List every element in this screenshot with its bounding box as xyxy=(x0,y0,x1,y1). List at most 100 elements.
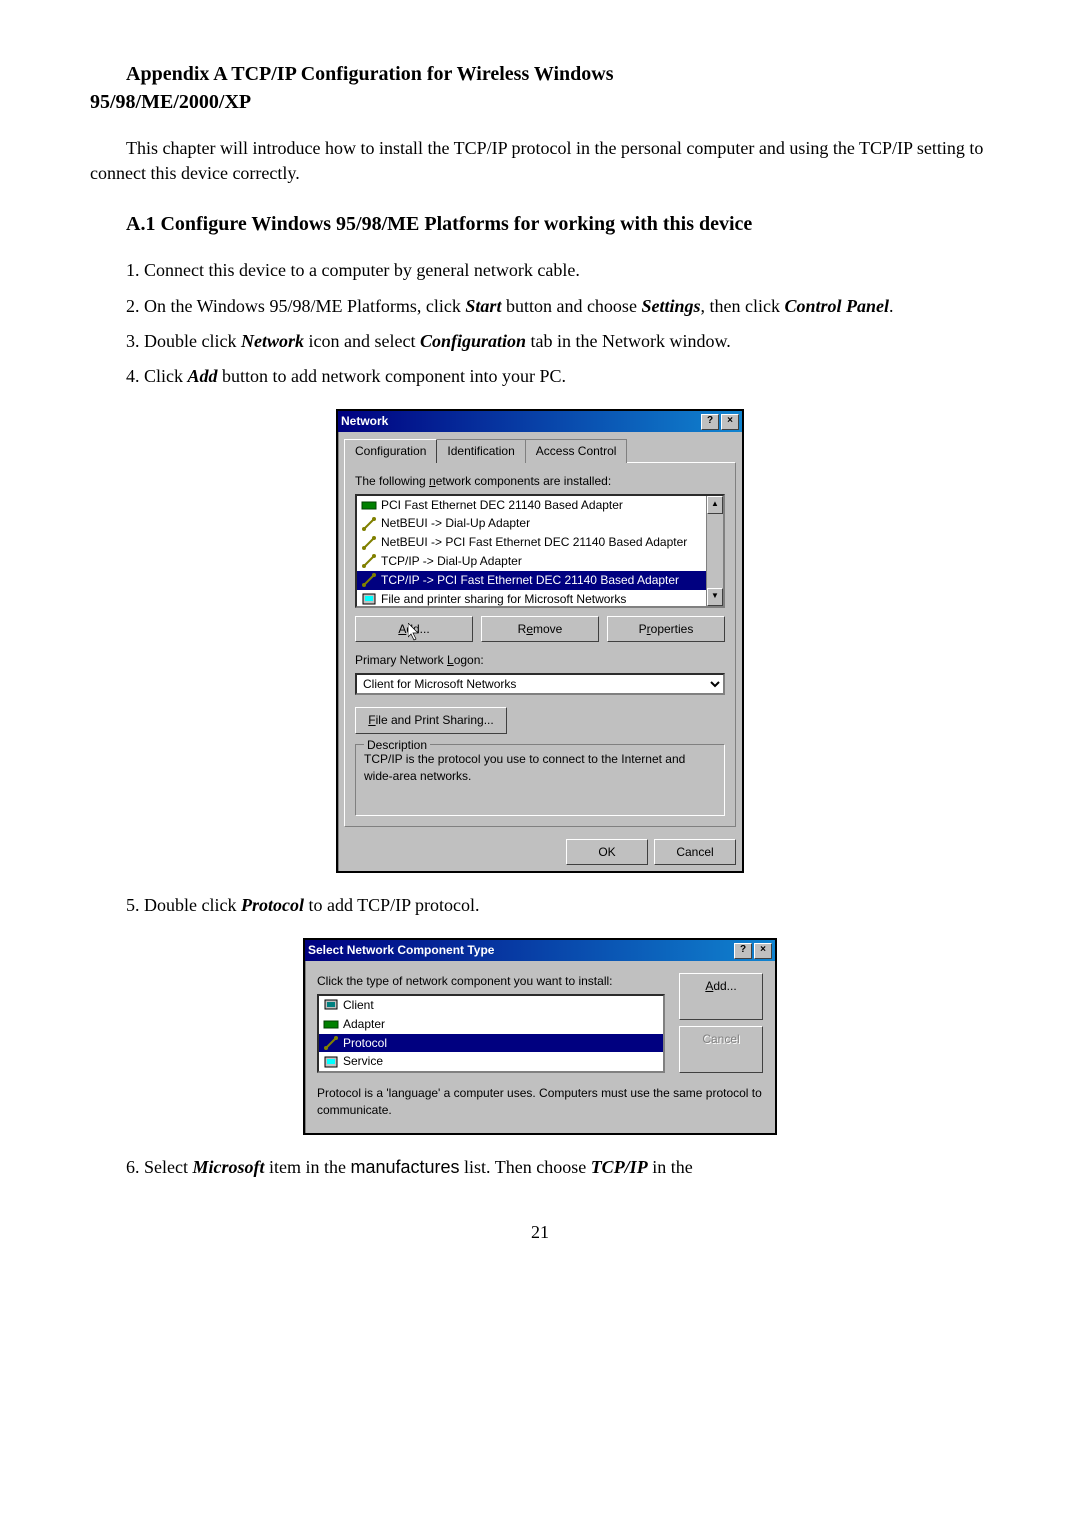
scrollbar[interactable]: ▲ ▼ xyxy=(706,496,723,606)
properties-button[interactable]: Properties xyxy=(607,616,725,643)
step-3-mid2: tab in the Network window. xyxy=(526,331,731,351)
step-4-b1: Add xyxy=(188,366,218,386)
steps-list: Connect this device to a computer by gen… xyxy=(126,258,990,389)
cursor-icon xyxy=(408,623,420,641)
step-6-mid2: list. Then choose xyxy=(460,1157,591,1177)
file-print-sharing-button[interactable]: File and Print Sharing... xyxy=(355,707,507,734)
list-item[interactable]: TCP/IP -> PCI Fast Ethernet DEC 21140 Ba… xyxy=(357,571,723,590)
titlebar-buttons: ? × xyxy=(734,943,772,959)
service-icon xyxy=(323,1054,339,1070)
tab-body: The following network components are ins… xyxy=(344,462,736,827)
step-5: Double click Protocol to add TCP/IP prot… xyxy=(144,893,990,918)
protocol-icon xyxy=(361,572,377,588)
section-heading: A.1 Configure Windows 95/98/ME Platforms… xyxy=(126,210,990,238)
list-item[interactable]: Service xyxy=(319,1052,663,1071)
tab-access-control[interactable]: Access Control xyxy=(525,439,628,463)
step-5-pre: Double click xyxy=(144,895,241,915)
tab-identification[interactable]: Identification xyxy=(436,439,525,463)
scroll-down-icon[interactable]: ▼ xyxy=(707,588,723,606)
step-6-post: in the xyxy=(648,1157,693,1177)
close-icon[interactable]: × xyxy=(721,414,739,430)
step-2-post: . xyxy=(889,296,894,316)
logon-label: Primary Network Logon: xyxy=(355,652,725,669)
list-item-label: Protocol xyxy=(343,1035,387,1052)
ok-button[interactable]: OK xyxy=(566,839,648,866)
help-icon[interactable]: ? xyxy=(701,414,719,430)
list-item[interactable]: File and printer sharing for Microsoft N… xyxy=(357,590,723,608)
step-6-b1: Microsoft xyxy=(192,1157,264,1177)
list-item[interactable]: NetBEUI -> PCI Fast Ethernet DEC 21140 B… xyxy=(357,533,723,552)
steps-list-cont2: Select Microsoft item in the manufacture… xyxy=(126,1155,990,1180)
protocol-icon xyxy=(361,516,377,532)
step-2-b1: Start xyxy=(465,296,501,316)
step-2: On the Windows 95/98/ME Platforms, click… xyxy=(144,294,990,319)
add-button[interactable]: Add... xyxy=(679,973,763,1020)
remove-button[interactable]: Remove xyxy=(481,616,599,643)
select-left: Click the type of network component you … xyxy=(317,973,665,1073)
components-label: The following network components are ins… xyxy=(355,473,725,490)
protocol-icon xyxy=(361,535,377,551)
list-item-label: File and printer sharing for Microsoft N… xyxy=(381,591,626,608)
add-button[interactable]: Add... xyxy=(355,616,473,643)
select-prompt: Click the type of network component you … xyxy=(317,973,665,990)
list-item[interactable]: Adapter xyxy=(319,1015,663,1034)
step-2-mid1: button and choose xyxy=(501,296,641,316)
list-item[interactable]: Client xyxy=(319,996,663,1015)
step-3-b2: Configuration xyxy=(420,331,526,351)
network-titlebar: Network ? × xyxy=(338,411,742,432)
network-dialog: Network ? × Configuration Identification… xyxy=(336,409,744,873)
components-listbox[interactable]: PCI Fast Ethernet DEC 21140 Based Adapte… xyxy=(355,494,725,608)
step-4-mid1: button to add network component into you… xyxy=(218,366,566,386)
description-legend: Description xyxy=(364,737,430,754)
list-item-label: TCP/IP -> PCI Fast Ethernet DEC 21140 Ba… xyxy=(381,572,679,589)
scroll-up-icon[interactable]: ▲ xyxy=(707,496,723,514)
select-right: Add... Cancel xyxy=(679,973,763,1073)
list-item[interactable]: PCI Fast Ethernet DEC 21140 Based Adapte… xyxy=(357,496,723,515)
component-type-list[interactable]: Client Adapter Protocol Service xyxy=(317,994,665,1073)
list-item-label: Adapter xyxy=(343,1016,385,1033)
select-title: Select Network Component Type xyxy=(308,942,494,959)
list-item[interactable]: TCP/IP -> Dial-Up Adapter xyxy=(357,552,723,571)
select-body: Click the type of network component you … xyxy=(305,961,775,1085)
step-1-text: Connect this device to a computer by gen… xyxy=(144,260,580,280)
list-item[interactable]: Protocol xyxy=(319,1034,663,1053)
step-2-b3: Control Panel xyxy=(784,296,889,316)
select-titlebar: Select Network Component Type ? × xyxy=(305,940,775,961)
adapter-icon xyxy=(323,1016,339,1032)
appendix-title-line1: Appendix A TCP/IP Configuration for Wire… xyxy=(126,63,614,85)
step-6-b2: TCP/IP xyxy=(591,1157,648,1177)
step-2-b2: Settings xyxy=(641,296,700,316)
step-3: Double click Network icon and select Con… xyxy=(144,329,990,354)
step-1: Connect this device to a computer by gen… xyxy=(144,258,990,283)
step-6: Select Microsoft item in the manufacture… xyxy=(144,1155,990,1180)
service-icon xyxy=(361,591,377,607)
appendix-title: Appendix A TCP/IP Configuration for Wire… xyxy=(90,60,990,116)
step-4: Click Add button to add network componen… xyxy=(144,364,990,389)
list-item-label: Service xyxy=(343,1053,383,1070)
titlebar-buttons: ? × xyxy=(701,414,739,430)
step-6-mid1: item in the xyxy=(264,1157,350,1177)
step-6-plain: manufactures xyxy=(350,1157,459,1177)
list-item[interactable]: NetBEUI -> Dial-Up Adapter xyxy=(357,514,723,533)
list-item-label: NetBEUI -> PCI Fast Ethernet DEC 21140 B… xyxy=(381,534,687,551)
step-2-mid2: , then click xyxy=(700,296,784,316)
step-2-pre: On the Windows 95/98/ME Platforms, click xyxy=(144,296,465,316)
step-3-b1: Network xyxy=(241,331,304,351)
select-description: Protocol is a 'language' a computer uses… xyxy=(305,1085,775,1133)
close-icon[interactable]: × xyxy=(754,943,772,959)
step-6-pre: Select xyxy=(144,1157,192,1177)
intro-paragraph: This chapter will introduce how to insta… xyxy=(90,136,990,186)
tab-configuration[interactable]: Configuration xyxy=(344,439,437,463)
steps-list-cont: Double click Protocol to add TCP/IP prot… xyxy=(126,893,990,918)
cancel-button[interactable]: Cancel xyxy=(679,1026,763,1073)
help-icon[interactable]: ? xyxy=(734,943,752,959)
step-5-b1: Protocol xyxy=(241,895,304,915)
list-item-label: NetBEUI -> Dial-Up Adapter xyxy=(381,515,530,532)
primary-logon-select[interactable]: Client for Microsoft Networks xyxy=(355,673,725,695)
step-3-mid1: icon and select xyxy=(304,331,420,351)
client-icon xyxy=(323,997,339,1013)
step-5-post: to add TCP/IP protocol. xyxy=(304,895,480,915)
tab-strip: Configuration Identification Access Cont… xyxy=(344,438,736,462)
select-component-dialog: Select Network Component Type ? × Click … xyxy=(303,938,777,1134)
cancel-button[interactable]: Cancel xyxy=(654,839,736,866)
